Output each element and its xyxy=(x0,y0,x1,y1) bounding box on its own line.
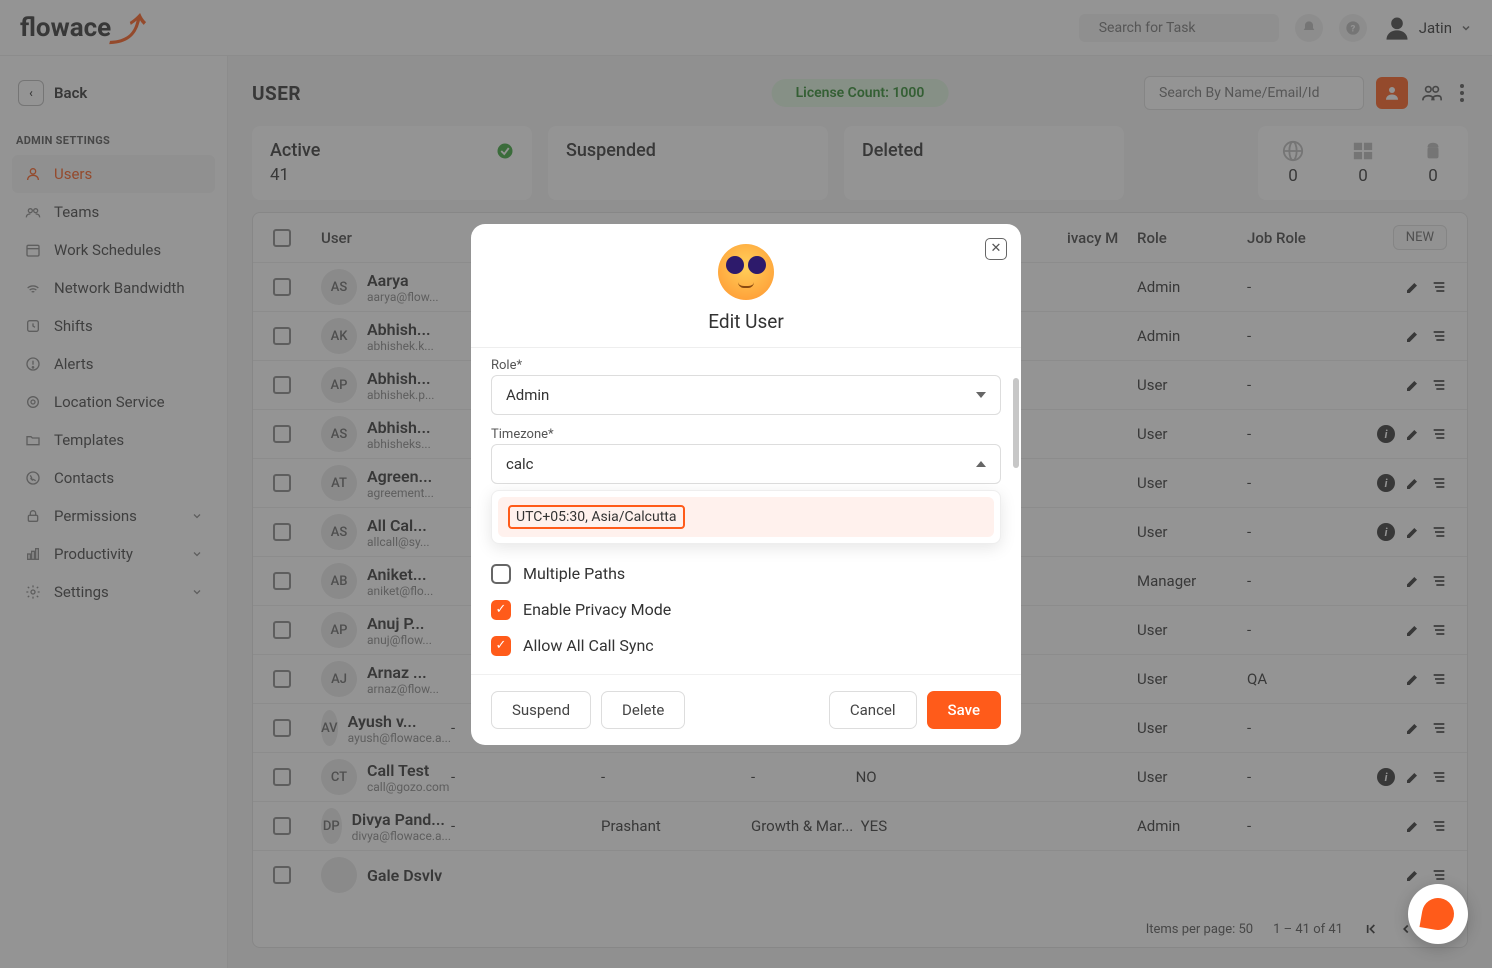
multiple-paths-row[interactable]: Multiple Paths xyxy=(491,556,1001,592)
timezone-option[interactable]: UTC+05:30, Asia/Calcutta xyxy=(498,497,994,537)
suspend-button[interactable]: Suspend xyxy=(491,691,591,729)
privacy-mode-label: Enable Privacy Mode xyxy=(523,600,671,619)
timezone-option-text: UTC+05:30, Asia/Calcutta xyxy=(508,505,685,529)
allow-call-sync-row[interactable]: ✓ Allow All Call Sync xyxy=(491,628,1001,664)
call-sync-label: Allow All Call Sync xyxy=(523,636,654,655)
modal-title: Edit User xyxy=(491,310,1001,333)
save-button[interactable]: Save xyxy=(927,691,1001,729)
caret-up-icon xyxy=(976,459,986,469)
caret-down-icon xyxy=(976,390,986,400)
cool-face-emoji-icon xyxy=(718,244,774,300)
checkbox-checked-icon[interactable]: ✓ xyxy=(491,636,511,656)
delete-button[interactable]: Delete xyxy=(601,691,685,729)
timezone-combobox[interactable]: calc xyxy=(491,444,1001,484)
role-label: Role* xyxy=(491,358,1001,373)
timezone-value: calc xyxy=(506,455,534,473)
role-select[interactable]: Admin xyxy=(491,375,1001,415)
checkbox-checked-icon[interactable]: ✓ xyxy=(491,600,511,620)
privacy-mode-row[interactable]: ✓ Enable Privacy Mode xyxy=(491,592,1001,628)
role-value: Admin xyxy=(506,386,549,404)
timezone-label: Timezone* xyxy=(491,427,1001,442)
modal-overlay[interactable]: ✕ Edit User Role* Admin Timezone* calc U xyxy=(0,0,1492,968)
checkbox-unchecked-icon[interactable] xyxy=(491,564,511,584)
edit-user-modal: ✕ Edit User Role* Admin Timezone* calc U xyxy=(471,224,1021,745)
chat-widget[interactable] xyxy=(1408,884,1468,944)
multiple-paths-label: Multiple Paths xyxy=(523,564,625,583)
close-icon[interactable]: ✕ xyxy=(985,238,1007,260)
scrollbar-thumb[interactable] xyxy=(1013,378,1019,468)
chat-swoosh-icon xyxy=(1419,895,1456,932)
cancel-button[interactable]: Cancel xyxy=(829,691,917,729)
timezone-dropdown: UTC+05:30, Asia/Calcutta xyxy=(491,490,1001,544)
